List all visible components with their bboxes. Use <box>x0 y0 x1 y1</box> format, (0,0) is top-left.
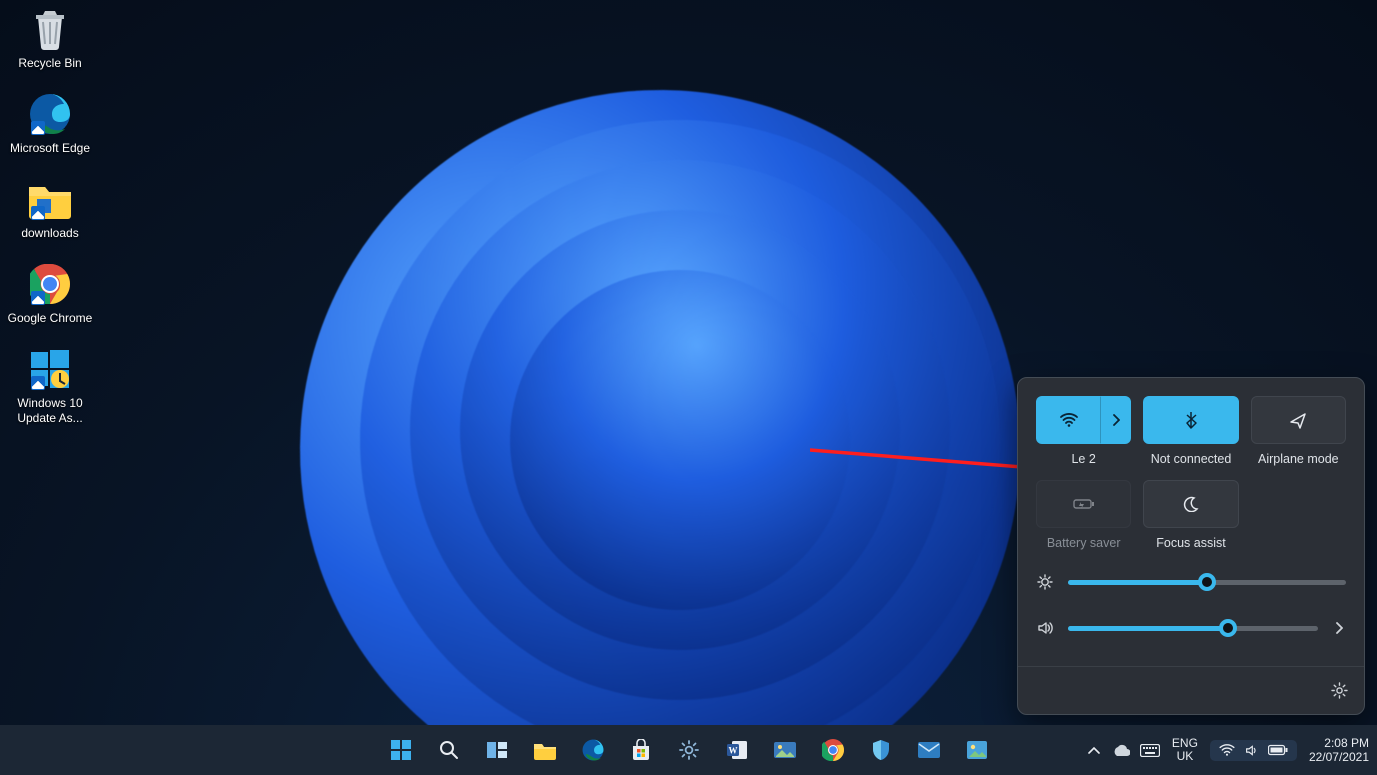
brightness-slider[interactable] <box>1068 580 1346 585</box>
chevron-right-icon <box>1335 622 1343 634</box>
qs-label: Not connected <box>1151 452 1232 466</box>
wifi-icon <box>1060 413 1078 427</box>
wifi-toggle[interactable] <box>1036 396 1101 444</box>
brightness-thumb[interactable] <box>1198 573 1216 591</box>
settings-app-button[interactable] <box>668 729 710 771</box>
mail-icon <box>917 741 941 759</box>
clock-button[interactable]: 2:08 PM 22/07/2021 <box>1309 736 1369 764</box>
network-volume-battery-button[interactable] <box>1210 740 1297 761</box>
volume-icon <box>1036 620 1054 636</box>
windows-update-icon <box>27 346 73 392</box>
icon-label: Recycle Bin <box>0 56 100 71</box>
time-text: 2:08 PM <box>1309 736 1369 750</box>
system-tray: ENG UK 2:08 PM 22/07/2021 <box>1088 736 1369 764</box>
mail-button[interactable] <box>908 729 950 771</box>
gallery-button[interactable] <box>956 729 998 771</box>
security-button[interactable] <box>860 729 902 771</box>
chrome-icon <box>822 739 844 761</box>
airplane-toggle[interactable] <box>1251 396 1346 444</box>
qs-footer <box>1018 666 1364 714</box>
qs-label: Battery saver <box>1047 536 1121 550</box>
icon-label: downloads <box>0 226 100 241</box>
qs-tile-bluetooth: Not connected <box>1143 396 1238 466</box>
task-view-icon <box>486 741 508 759</box>
taskbar: W ENG UK <box>0 725 1377 775</box>
qs-tile-airplane: Airplane mode <box>1251 396 1346 466</box>
qs-tile-focus-assist: Focus assist <box>1143 480 1238 550</box>
gear-icon <box>678 739 700 761</box>
settings-button[interactable] <box>1331 682 1348 699</box>
photos-icon <box>773 741 797 759</box>
onedrive-icon[interactable] <box>1112 744 1130 756</box>
qs-label: Focus assist <box>1156 536 1225 550</box>
windows-icon <box>390 739 412 761</box>
recycle-bin-icon <box>27 6 73 52</box>
desktop-icon-downloads[interactable]: downloads <box>0 176 100 241</box>
search-button[interactable] <box>428 729 470 771</box>
icon-label: Microsoft Edge <box>0 141 100 156</box>
taskbar-center: W <box>380 729 998 771</box>
photos-button[interactable] <box>764 729 806 771</box>
battery-saver-icon <box>1073 497 1095 511</box>
edge-icon <box>582 739 604 761</box>
search-icon <box>439 740 459 760</box>
icon-label: Windows 10 Update As... <box>0 396 100 426</box>
qs-tile-wifi: Le 2 <box>1036 396 1131 466</box>
airplane-icon <box>1289 411 1307 429</box>
word-icon: W <box>726 739 748 761</box>
qs-label: Le 2 <box>1071 452 1095 466</box>
svg-text:W: W <box>728 746 737 756</box>
brightness-slider-row <box>1036 574 1346 590</box>
desktop-icon-windows-update[interactable]: Windows 10 Update As... <box>0 346 100 426</box>
edge-button[interactable] <box>572 729 614 771</box>
language-button[interactable]: ENG UK <box>1172 737 1198 763</box>
volume-slider-row <box>1036 620 1346 636</box>
chevron-up-icon <box>1088 746 1100 754</box>
bluetooth-icon <box>1185 411 1197 429</box>
volume-slider[interactable] <box>1068 626 1318 631</box>
word-button[interactable]: W <box>716 729 758 771</box>
desktop-icon-chrome[interactable]: Google Chrome <box>0 261 100 326</box>
brightness-icon <box>1036 574 1054 590</box>
battery-saver-toggle <box>1036 480 1131 528</box>
wifi-expand-button[interactable] <box>1101 396 1131 444</box>
moon-icon <box>1183 496 1199 512</box>
wifi-icon <box>1219 744 1235 756</box>
desktop-area: Recycle Bin Microsoft Edge downloads Goo… <box>0 6 100 446</box>
icon-label: Google Chrome <box>0 311 100 326</box>
gear-icon <box>1331 682 1348 699</box>
quick-settings-panel: Le 2 Not connected Airplane mode Battery… <box>1017 377 1365 715</box>
keyboard-icon[interactable] <box>1140 744 1160 757</box>
desktop-icon-edge[interactable]: Microsoft Edge <box>0 91 100 156</box>
battery-icon <box>1268 744 1288 756</box>
folder-icon <box>27 176 73 222</box>
picture-icon <box>966 740 988 760</box>
qs-tile-battery-saver: Battery saver <box>1036 480 1131 550</box>
date-text: 22/07/2021 <box>1309 750 1369 764</box>
desktop-icon-recycle-bin[interactable]: Recycle Bin <box>0 6 100 71</box>
explorer-button[interactable] <box>524 729 566 771</box>
bluetooth-toggle[interactable] <box>1143 396 1238 444</box>
focus-assist-toggle[interactable] <box>1143 480 1238 528</box>
volume-output-button[interactable] <box>1332 622 1346 634</box>
store-icon <box>630 739 652 761</box>
shield-icon <box>871 739 891 761</box>
volume-icon <box>1244 744 1259 757</box>
start-button[interactable] <box>380 729 422 771</box>
qs-label: Airplane mode <box>1258 452 1339 466</box>
task-view-button[interactable] <box>476 729 518 771</box>
chevron-right-icon <box>1112 414 1120 426</box>
lang-bottom: UK <box>1172 750 1198 763</box>
folder-icon <box>533 740 557 760</box>
volume-thumb[interactable] <box>1219 619 1237 637</box>
edge-icon <box>27 91 73 137</box>
chrome-button[interactable] <box>812 729 854 771</box>
store-button[interactable] <box>620 729 662 771</box>
chrome-icon <box>27 261 73 307</box>
tray-overflow-button[interactable] <box>1088 746 1100 754</box>
